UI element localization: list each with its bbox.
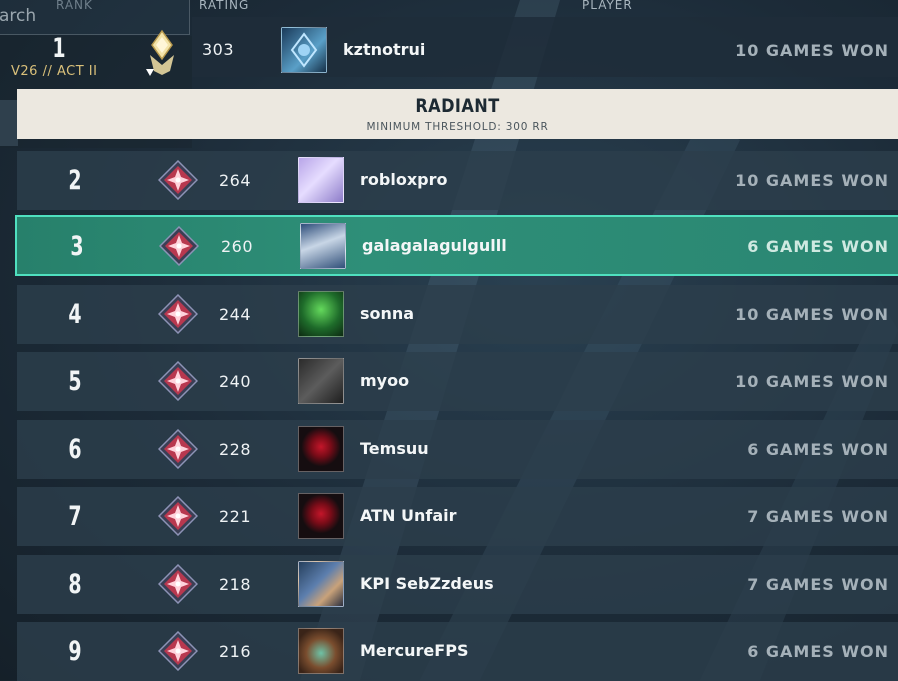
season-label[interactable]: V26 // ACT II (11, 64, 97, 79)
rank-number: 6 (68, 434, 82, 465)
immortal-rank-icon (157, 293, 199, 335)
rating-column-header: RATING (199, 0, 250, 12)
immortal-rank-icon (157, 563, 199, 605)
player-name[interactable]: ATN Unfair (360, 506, 457, 525)
rank-number: 7 (68, 501, 82, 532)
player-card-avatar[interactable] (281, 27, 327, 73)
table-row[interactable]: 4 244 sonna 10 GAMES WON (17, 285, 898, 344)
table-row[interactable]: 7 221 ATN Unfair 7 GAMES WON (17, 487, 898, 546)
rating-value: 260 (221, 237, 254, 256)
player-name[interactable]: robloxpro (360, 170, 447, 189)
tier-threshold: MINIMUM THRESHOLD: 300 RR (366, 121, 549, 133)
immortal-rank-icon (157, 159, 199, 201)
rank-number: 2 (68, 165, 82, 196)
side-panel-strip (0, 100, 18, 146)
player-card-avatar[interactable] (298, 358, 344, 404)
player-name[interactable]: MercureFPS (360, 641, 468, 660)
player-card-avatar[interactable] (298, 426, 344, 472)
rank-number: 5 (68, 366, 82, 397)
player-card-avatar[interactable] (300, 223, 346, 269)
player-card-avatar[interactable] (298, 157, 344, 203)
tier-title: RADIANT (415, 95, 500, 117)
games-won: 10 GAMES WON (735, 305, 889, 324)
table-row[interactable]: 5 240 myoo 10 GAMES WON (17, 352, 898, 411)
games-won: 10 GAMES WON (735, 171, 889, 190)
rating-value: 240 (219, 372, 252, 391)
player-name[interactable]: galagalagulgulll (362, 236, 507, 255)
immortal-rank-icon (158, 225, 200, 267)
table-row[interactable]: 6 228 Temsuu 6 GAMES WON (17, 420, 898, 479)
rating-value: 221 (219, 507, 252, 526)
games-won: 6 GAMES WON (747, 237, 889, 256)
immortal-rank-icon (157, 360, 199, 402)
table-row[interactable]: 2 264 robloxpro 10 GAMES WON (17, 151, 898, 210)
rank-number: 4 (68, 299, 82, 330)
rating-value: 218 (219, 575, 252, 594)
player-name[interactable]: myoo (360, 371, 409, 390)
games-won: 7 GAMES WON (747, 507, 889, 526)
immortal-rank-icon (157, 495, 199, 537)
games-won: 10 GAMES WON (735, 41, 889, 60)
rank-number: 8 (68, 569, 82, 600)
search-placeholder: arch (0, 6, 37, 26)
player-name[interactable]: KPI SebZzdeus (360, 574, 494, 593)
rating-value: 264 (219, 171, 252, 190)
rank-number: 1 (52, 33, 66, 64)
rating-value: 228 (219, 440, 252, 459)
player-column-header: PLAYER (582, 0, 633, 12)
tier-banner: RADIANT MINIMUM THRESHOLD: 300 RR (17, 89, 898, 139)
immortal-rank-icon (157, 630, 199, 672)
player-name[interactable]: Temsuu (360, 439, 429, 458)
games-won: 10 GAMES WON (735, 372, 889, 391)
player-name[interactable]: sonna (360, 304, 414, 323)
rank-number: 9 (68, 636, 82, 667)
rating-value: 303 (202, 40, 235, 59)
radiant-rank-icon (142, 29, 182, 76)
games-won: 7 GAMES WON (747, 575, 889, 594)
table-row-selected[interactable]: 3 260 galagalagulgulll 6 GAMES WON (15, 215, 898, 276)
rating-value: 244 (219, 305, 252, 324)
rank-number: 3 (70, 231, 84, 262)
player-card-avatar[interactable] (298, 493, 344, 539)
player-card-avatar[interactable] (298, 291, 344, 337)
table-row[interactable]: 9 216 MercureFPS 6 GAMES WON (17, 622, 898, 681)
immortal-rank-icon (157, 428, 199, 470)
games-won: 6 GAMES WON (747, 642, 889, 661)
games-won: 6 GAMES WON (747, 440, 889, 459)
player-name[interactable]: kztnotrui (343, 40, 425, 59)
table-row[interactable]: 8 218 KPI SebZzdeus 7 GAMES WON (17, 555, 898, 614)
rating-value: 216 (219, 642, 252, 661)
player-card-avatar[interactable] (298, 628, 344, 674)
player-card-avatar[interactable] (298, 561, 344, 607)
